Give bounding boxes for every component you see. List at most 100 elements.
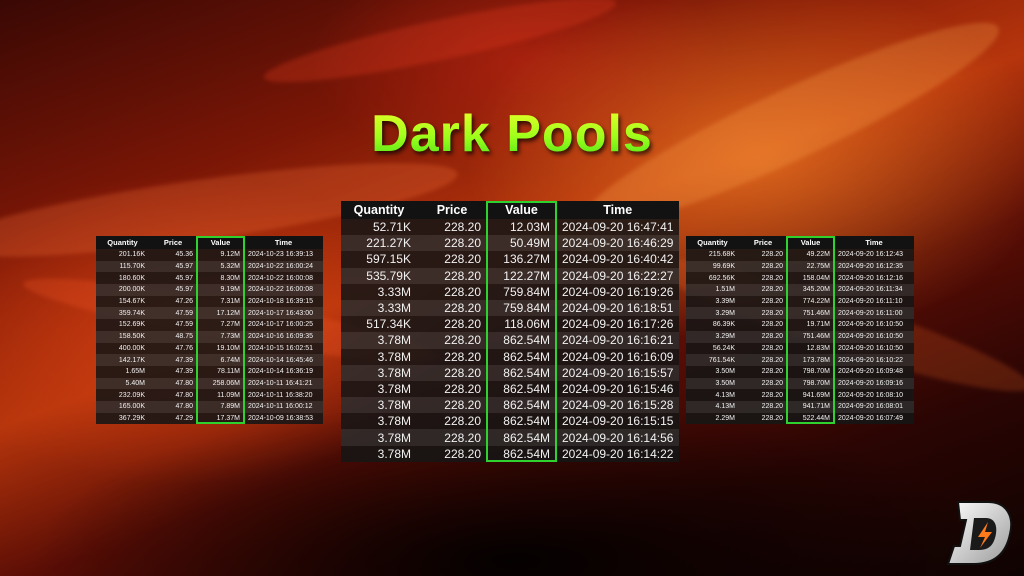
cell-price: 228.20 xyxy=(417,445,487,462)
table-row: 400.00K 47.76 19.10M 2024-10-15 16:02:51 xyxy=(96,342,323,355)
cell-price: 228.20 xyxy=(417,251,487,268)
cell-time: 2024-09-20 16:18:51 xyxy=(556,299,680,317)
cell-time: 2024-09-20 16:15:46 xyxy=(556,380,680,398)
cell-price: 228.20 xyxy=(739,412,787,425)
cell-time: 2024-10-17 16:00:25 xyxy=(244,319,323,331)
cell-quantity: 200.00K xyxy=(96,284,149,296)
table-row: 142.17K 47.39 6.74M 2024-10-14 16:45:46 xyxy=(96,354,323,366)
table-row: 3.33M 228.20 759.84M 2024-09-20 16:18:51 xyxy=(341,299,680,317)
cell-price: 47.76 xyxy=(149,342,197,355)
cell-value: 136.27M xyxy=(487,251,556,268)
dark-pool-table-left: Quantity Price Value Time 201.16K 45.36 9.… xyxy=(96,236,323,425)
cell-quantity: 2.29M xyxy=(686,412,739,425)
cell-price: 228.20 xyxy=(739,389,787,401)
cell-time: 2024-09-20 16:11:00 xyxy=(834,307,914,320)
cell-value: 7.89M xyxy=(197,400,244,413)
cell-quantity: 4.13M xyxy=(686,400,739,413)
cell-quantity: 367.29K xyxy=(96,412,149,425)
table-row: 359.74K 47.59 17.12M 2024-10-17 16:43:00 xyxy=(96,307,323,320)
table-row: 597.15K 228.20 136.27M 2024-09-20 16:40:42 xyxy=(341,251,680,268)
cell-time: 2024-10-22 16:00:08 xyxy=(244,272,323,285)
cell-value: 862.54M xyxy=(487,413,556,430)
dark-pool-table-center: Quantity Price Value Time 52.71K 228.20 12… xyxy=(341,201,680,462)
cell-quantity: 1.65M xyxy=(96,365,149,378)
cell-time: 2024-09-20 16:08:01 xyxy=(834,400,914,413)
cell-value: 12.83M xyxy=(787,342,834,355)
cell-quantity: 232.09K xyxy=(96,389,149,401)
header-time: Time xyxy=(244,236,323,249)
table-row: 1.51M 228.20 345.20M 2024-09-20 16:11:34 xyxy=(686,284,914,296)
cell-time: 2024-09-20 16:12:35 xyxy=(834,260,914,273)
cell-value: 862.54M xyxy=(487,332,556,349)
cell-value: 12.03M xyxy=(487,219,556,236)
cell-price: 228.20 xyxy=(739,295,787,308)
dark-pool-table-right: Quantity Price Value Time 215.68K 228.20 4… xyxy=(686,236,914,425)
cell-price: 48.75 xyxy=(149,330,197,343)
lightning-d-logo-icon xyxy=(946,501,1013,565)
cell-time: 2024-09-20 16:15:15 xyxy=(556,413,680,430)
table-row: 517.34K 228.20 118.06M 2024-09-20 16:17:26 xyxy=(341,316,680,333)
cell-time: 2024-09-20 16:10:50 xyxy=(834,330,914,343)
cell-value: 17.37M xyxy=(197,412,244,425)
table-row: 2.29M 228.20 522.44M 2024-09-20 16:07:49 xyxy=(686,412,914,425)
cell-price: 47.59 xyxy=(149,307,197,320)
cell-value: 19.71M xyxy=(787,319,834,331)
cell-time: 2024-09-20 16:12:43 xyxy=(834,249,914,261)
table-row: 221.27K 228.20 50.49M 2024-09-20 16:46:29 xyxy=(341,235,680,252)
table-row: 3.78M 228.20 862.54M 2024-09-20 16:15:28 xyxy=(341,397,680,414)
cell-price: 228.20 xyxy=(417,429,487,446)
table-body: 52.71K 228.20 12.03M 2024-09-20 16:47:41 221… xyxy=(341,219,680,462)
cell-quantity: 3.33M xyxy=(341,299,417,317)
cell-value: 862.54M xyxy=(487,364,556,381)
cell-value: 7.73M xyxy=(197,330,244,343)
table-row: 3.29M 228.20 751.46M 2024-09-20 16:11:00 xyxy=(686,307,914,320)
cell-price: 228.20 xyxy=(739,272,787,285)
cell-quantity: 517.34K xyxy=(341,316,417,333)
cell-time: 2024-09-20 16:16:09 xyxy=(556,348,680,365)
table-row: 99.69K 228.20 22.75M 2024-09-20 16:12:35 xyxy=(686,260,914,273)
header-quantity: Quantity xyxy=(341,201,417,219)
table-row: 158.50K 48.75 7.73M 2024-10-16 16:09:35 xyxy=(96,330,323,343)
cell-price: 228.20 xyxy=(417,348,487,365)
table-header-row: Quantity Price Value Time xyxy=(96,236,323,249)
cell-price: 45.36 xyxy=(149,249,197,261)
table-row: 5.40M 47.80 258.06M 2024-10-11 16:41:21 xyxy=(96,377,323,390)
cell-value: 774.22M xyxy=(787,295,834,308)
cell-price: 228.20 xyxy=(739,284,787,296)
table-row: 1.65M 47.39 78.11M 2024-10-14 16:36:19 xyxy=(96,365,323,378)
table-row: 52.71K 228.20 12.03M 2024-09-20 16:47:41 xyxy=(341,219,680,236)
cell-value: 7.31M xyxy=(197,295,244,308)
header-value: Value xyxy=(197,236,244,249)
cell-price: 45.97 xyxy=(149,284,197,296)
table-row: 3.78M 228.20 862.54M 2024-09-20 16:14:22 xyxy=(341,445,680,462)
cell-value: 258.06M xyxy=(197,377,244,390)
table-row: 3.78M 228.20 862.54M 2024-09-20 16:16:09 xyxy=(341,348,680,365)
cell-quantity: 359.74K xyxy=(96,307,149,320)
cell-quantity: 56.24K xyxy=(686,342,739,355)
cell-time: 2024-10-17 16:43:00 xyxy=(244,307,323,320)
cell-price: 228.20 xyxy=(739,330,787,343)
cell-time: 2024-09-20 16:09:16 xyxy=(834,377,914,390)
cell-time: 2024-09-20 16:14:56 xyxy=(556,429,680,446)
table-row: 535.79K 228.20 122.27M 2024-09-20 16:22:27 xyxy=(341,267,680,284)
table-row: 215.68K 228.20 49.22M 2024-09-20 16:12:43 xyxy=(686,249,914,261)
cell-quantity: 180.60K xyxy=(96,272,149,285)
background-streak xyxy=(259,0,621,97)
cell-price: 228.20 xyxy=(417,332,487,349)
cell-time: 2024-09-20 16:09:48 xyxy=(834,365,914,378)
header-time: Time xyxy=(556,201,680,219)
cell-time: 2024-09-20 16:10:22 xyxy=(834,354,914,366)
cell-time: 2024-10-14 16:36:19 xyxy=(244,365,323,378)
cell-quantity: 165.00K xyxy=(96,400,149,413)
cell-value: 118.06M xyxy=(487,316,556,333)
header-value: Value xyxy=(787,236,834,249)
cell-quantity: 154.67K xyxy=(96,295,149,308)
cell-time: 2024-09-20 16:10:50 xyxy=(834,342,914,355)
cell-value: 862.54M xyxy=(487,380,556,398)
page-title: Dark Pools xyxy=(0,104,1024,164)
cell-quantity: 3.78M xyxy=(341,364,417,381)
cell-price: 228.20 xyxy=(417,219,487,236)
cell-price: 228.20 xyxy=(417,397,487,414)
cell-value: 122.27M xyxy=(487,267,556,284)
table-row: 3.29M 228.20 751.46M 2024-09-20 16:10:50 xyxy=(686,330,914,343)
